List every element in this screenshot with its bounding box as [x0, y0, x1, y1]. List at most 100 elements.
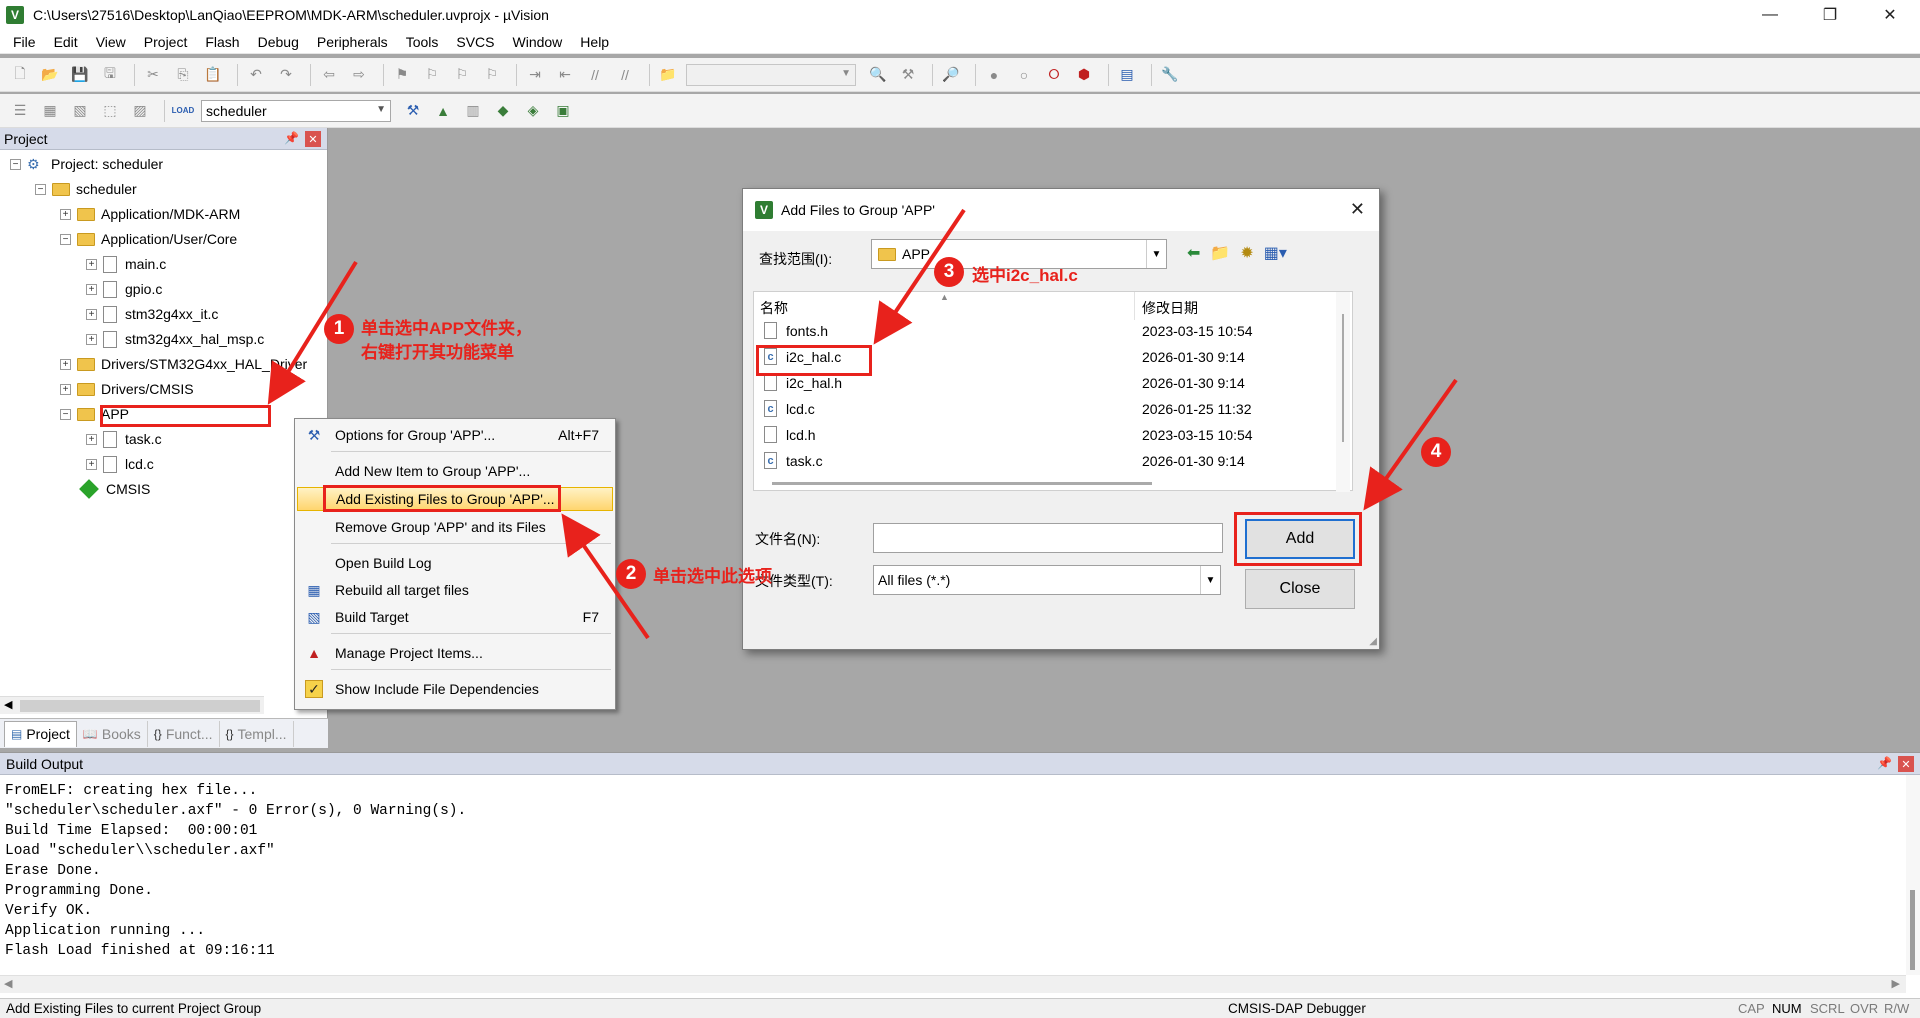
close-icon[interactable]: ✕	[305, 131, 321, 147]
save-all-icon[interactable]: 🖫	[98, 63, 122, 87]
menu-options-for-group[interactable]: ⚒ Options for Group 'APP'... Alt+F7	[297, 423, 613, 447]
menu-manage-project-items[interactable]: ▲ Manage Project Items...	[297, 641, 613, 665]
expand-icon[interactable]: +	[86, 283, 97, 295]
file-row[interactable]: c lcd.c 2026-01-25 11:32	[754, 396, 1342, 422]
open-file-icon[interactable]: 📂	[38, 63, 62, 87]
menu-show-include-deps[interactable]: ✓ Show Include File Dependencies	[297, 677, 613, 701]
tree-group-hal-driver[interactable]: + Drivers/STM32G4xx_HAL_Driver	[60, 353, 307, 375]
find-combo[interactable]: ▼	[686, 63, 856, 86]
nav-back-icon[interactable]: ⇦	[317, 63, 341, 87]
file-type-select[interactable]: All files (*.*) ▼	[873, 565, 1221, 595]
scroll-left-icon[interactable]: ◀	[4, 698, 12, 711]
pin-icon[interactable]: 📌	[284, 131, 299, 145]
expand-icon[interactable]: +	[60, 358, 71, 370]
project-horizontal-scrollbar[interactable]: ◀	[0, 696, 264, 714]
file-row[interactable]: fonts.h 2023-03-15 10:54	[754, 318, 1342, 344]
enable-breakpoint-icon[interactable]: ○	[1012, 63, 1036, 87]
scroll-thumb[interactable]	[1910, 890, 1915, 970]
collapse-icon[interactable]: −	[35, 183, 46, 195]
event-recorder-icon[interactable]: ▣	[551, 99, 575, 123]
column-header-date[interactable]: 修改日期	[1142, 298, 1198, 318]
tree-group-app[interactable]: − APP	[60, 403, 129, 425]
stop-build-icon[interactable]: ▨	[128, 99, 152, 123]
tab-books[interactable]: 📖 Books	[77, 720, 148, 747]
look-in-select[interactable]: APP ▼	[871, 239, 1167, 269]
file-row[interactable]: c task.c 2026-01-30 9:14	[754, 448, 1342, 470]
scroll-thumb[interactable]	[772, 482, 1152, 485]
save-icon[interactable]: 💾	[68, 63, 92, 87]
close-icon[interactable]: ✕	[1860, 0, 1920, 30]
file-row[interactable]: c i2c_hal.c 2026-01-30 9:14	[754, 344, 1342, 370]
menu-remove-group[interactable]: Remove Group 'APP' and its Files	[297, 515, 613, 539]
menu-add-existing-files[interactable]: Add Existing Files to Group 'APP'...	[297, 487, 613, 511]
restore-icon[interactable]: ❐	[1800, 0, 1860, 30]
add-button[interactable]: Add	[1245, 519, 1355, 559]
debug-session-icon[interactable]: 🔎	[939, 63, 963, 87]
menu-add-new-item[interactable]: Add New Item to Group 'APP'...	[297, 459, 613, 483]
redo-icon[interactable]: ↷	[274, 63, 298, 87]
expand-icon[interactable]: +	[86, 258, 97, 270]
expand-icon[interactable]: +	[86, 433, 97, 445]
build-icon[interactable]: ▦	[38, 99, 62, 123]
menu-file[interactable]: File	[4, 34, 45, 50]
chevron-down-icon[interactable]: ▼	[1146, 240, 1166, 268]
file-name-input[interactable]	[873, 523, 1223, 553]
file-row[interactable]: i2c_hal.h 2026-01-30 9:14	[754, 370, 1342, 396]
collapse-icon[interactable]: −	[60, 233, 71, 245]
clear-bookmarks-icon[interactable]: ⚐	[480, 63, 504, 87]
build-output-vertical-scrollbar[interactable]	[1906, 775, 1920, 975]
new-file-icon[interactable]: 🗋	[8, 63, 32, 87]
menu-help[interactable]: Help	[571, 34, 618, 50]
menu-rebuild-all[interactable]: ▦ Rebuild all target files	[297, 578, 613, 602]
tree-group-user-core[interactable]: − Application/User/Core	[60, 228, 237, 250]
tree-file-hal-msp[interactable]: + stm32g4xx_hal_msp.c	[86, 328, 264, 350]
menu-window[interactable]: Window	[504, 34, 572, 50]
back-arrow-icon[interactable]: ⬅	[1187, 243, 1200, 263]
menu-flash[interactable]: Flash	[196, 34, 248, 50]
tree-file-it[interactable]: + stm32g4xx_it.c	[86, 303, 218, 325]
undo-icon[interactable]: ↶	[244, 63, 268, 87]
menu-open-build-log[interactable]: Open Build Log	[297, 551, 613, 575]
file-row[interactable]: lcd.h 2023-03-15 10:54	[754, 422, 1342, 448]
collapse-icon[interactable]: −	[10, 158, 21, 170]
tab-project[interactable]: ▤ Project	[4, 720, 77, 747]
menu-debug[interactable]: Debug	[249, 34, 308, 50]
select-packs-icon[interactable]: ▥	[461, 99, 485, 123]
minimize-icon[interactable]: —	[1740, 0, 1800, 30]
expand-icon[interactable]: +	[86, 458, 97, 470]
target-options-icon[interactable]: ⚒	[401, 99, 425, 123]
menu-peripherals[interactable]: Peripherals	[308, 34, 397, 50]
window-layout-icon[interactable]: ▤	[1115, 63, 1139, 87]
manage-rte-icon[interactable]: ◆	[491, 99, 515, 123]
tree-file-main[interactable]: + main.c	[86, 253, 166, 275]
file-list-vertical-scrollbar[interactable]	[1336, 292, 1350, 492]
insert-breakpoint-icon[interactable]: ●	[982, 63, 1006, 87]
tree-group-mdk-arm[interactable]: + Application/MDK-ARM	[60, 203, 240, 225]
up-folder-icon[interactable]: 📁	[1210, 243, 1230, 263]
collapse-icon[interactable]: −	[60, 408, 71, 420]
build-output-horizontal-scrollbar[interactable]: ◀ ▶	[0, 975, 1906, 993]
pin-icon[interactable]: 📌	[1877, 756, 1892, 770]
menu-tools[interactable]: Tools	[397, 34, 448, 50]
expand-icon[interactable]: +	[60, 383, 71, 395]
scroll-right-icon[interactable]: ▶	[1892, 977, 1900, 990]
expand-icon[interactable]: +	[60, 208, 71, 220]
close-icon[interactable]: ✕	[1898, 756, 1914, 772]
cut-icon[interactable]: ✂	[141, 63, 165, 87]
new-folder-icon[interactable]: ✹	[1240, 243, 1253, 263]
uncomment-icon[interactable]: //	[613, 63, 637, 87]
batch-build-icon[interactable]: ⬚	[98, 99, 122, 123]
pack-installer-icon[interactable]: ◈	[521, 99, 545, 123]
tree-target-scheduler[interactable]: − scheduler	[35, 178, 137, 200]
expand-icon[interactable]: +	[86, 308, 97, 320]
tree-group-drivers-cmsis[interactable]: + Drivers/CMSIS	[60, 378, 194, 400]
scroll-thumb[interactable]	[20, 700, 260, 712]
scroll-left-icon[interactable]: ◀	[4, 977, 12, 990]
expand-icon[interactable]: +	[86, 333, 97, 345]
tree-cmsis[interactable]: CMSIS	[78, 478, 150, 500]
kill-breakpoints-icon[interactable]: ⬢	[1072, 63, 1096, 87]
copy-icon[interactable]: ⎘	[171, 63, 195, 87]
unindent-icon[interactable]: ⇤	[553, 63, 577, 87]
build-output-text[interactable]: FromELF: creating hex file... "scheduler\…	[5, 781, 466, 961]
comment-icon[interactable]: //	[583, 63, 607, 87]
